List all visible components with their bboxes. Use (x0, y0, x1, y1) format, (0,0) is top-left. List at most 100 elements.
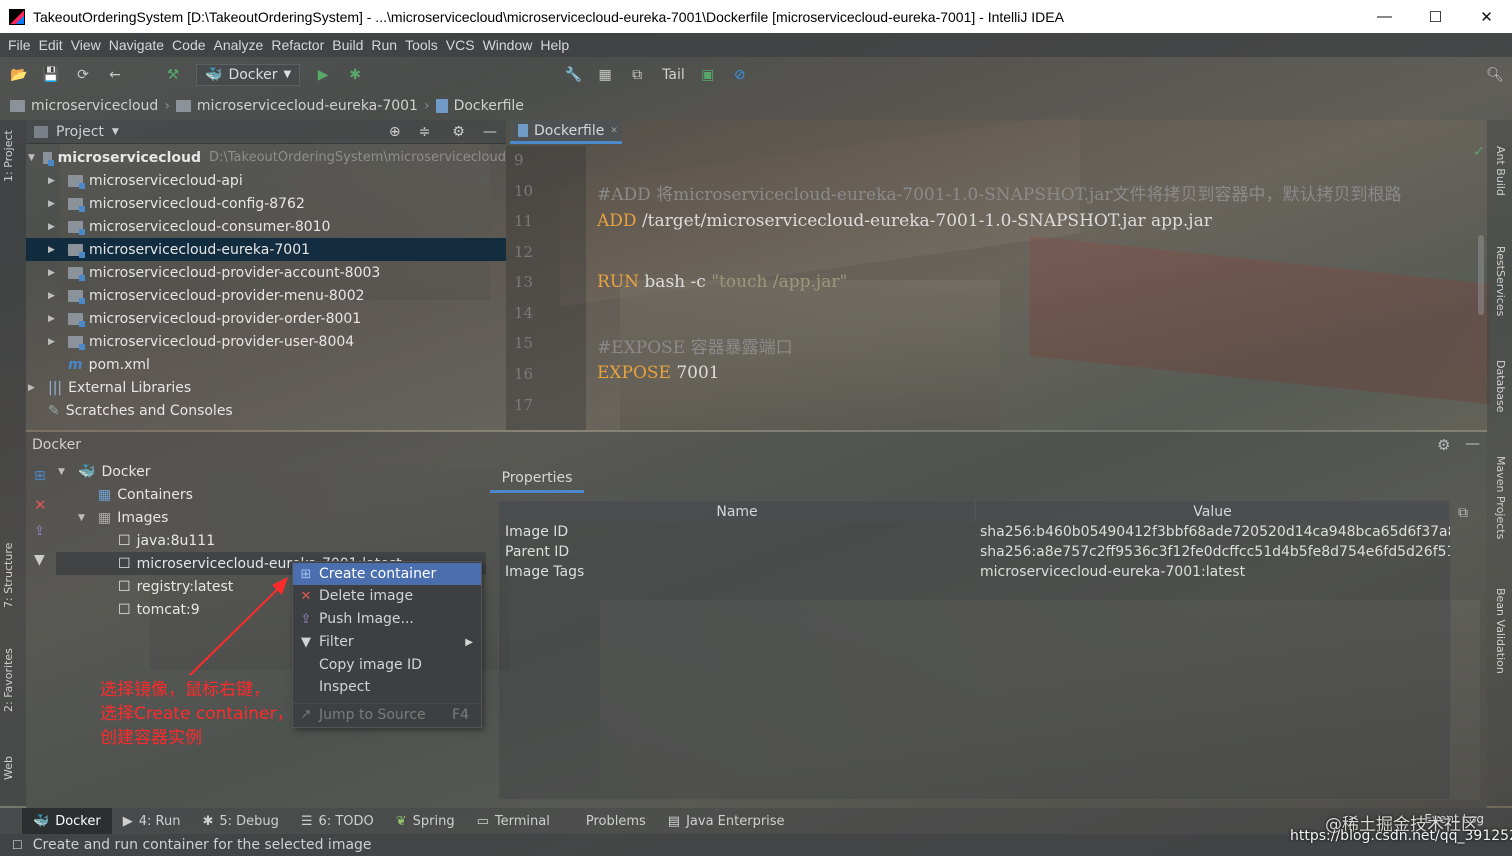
tree-root[interactable]: ▼ microservicecloud D:\TakeoutOrderingSy… (26, 146, 506, 169)
menu-item-push-image[interactable]: ⇪ Push Image... (293, 608, 481, 630)
menu-refactor[interactable]: Refactor (271, 37, 324, 53)
push-image-icon[interactable]: ⇪ (34, 524, 45, 539)
close-tab-icon[interactable]: ✕ (610, 126, 618, 136)
tree-module[interactable]: ▶ microservicecloud-provider-menu-8002 (26, 284, 506, 307)
tab-todo[interactable]: ☰ 6: TODO (290, 808, 385, 834)
menu-tools[interactable]: Tools (405, 37, 438, 53)
status-toggle-icon[interactable]: ☐ (12, 838, 23, 852)
table-cell-name[interactable]: Image Tags (499, 562, 976, 582)
tree-scratches[interactable]: ✎ Scratches and Consoles (26, 399, 506, 422)
menu-item-create-container[interactable]: ⊞ Create container (293, 563, 481, 585)
delete-icon[interactable]: ✕ (34, 496, 47, 514)
save-icon[interactable]: 💾 (42, 66, 60, 84)
tab-docker[interactable]: 🐳 Docker (22, 808, 112, 834)
tab-dockerfile[interactable]: Dockerfile ✕ (510, 120, 622, 144)
locate-icon[interactable]: ⊕ (389, 124, 401, 140)
menu-navigate[interactable]: Navigate (109, 37, 164, 53)
menu-edit[interactable]: Edit (39, 37, 63, 53)
tab-problems[interactable]: Problems (575, 808, 657, 834)
docker-tree-images[interactable]: ▼ ▦ Images (56, 506, 486, 529)
editor-scrollbar[interactable] (1478, 235, 1484, 315)
column-header-name[interactable]: Name (499, 501, 976, 522)
menu-item-copy-image-id[interactable]: Copy image ID (293, 654, 481, 676)
menu-view[interactable]: View (71, 37, 101, 53)
menu-analyze[interactable]: Analyze (214, 37, 264, 53)
maximize-button[interactable]: ☐ (1410, 0, 1461, 33)
tree-module[interactable]: ▶ microservicecloud-config-8762 (26, 192, 506, 215)
tree-module[interactable]: ▶ microservicecloud-provider-account-8003 (26, 261, 506, 284)
menu-build[interactable]: Build (332, 37, 363, 53)
favorites-tool-tab[interactable]: 2: Favorites (2, 648, 15, 712)
docker-tree-root[interactable]: ▼ 🐳 Docker (56, 460, 486, 483)
disable-icon[interactable]: ⊘ (731, 66, 749, 84)
tree-file[interactable]: m pom.xml (26, 353, 506, 376)
hide-icon[interactable]: — (1465, 434, 1480, 452)
minimize-button[interactable]: — (1359, 0, 1410, 33)
menu-help[interactable]: Help (540, 37, 569, 53)
project-structure-icon[interactable]: ▦ (596, 66, 614, 84)
breadcrumb-item[interactable]: microservicecloud-eureka-7001 (175, 98, 418, 114)
table-cell-name[interactable]: Image ID (499, 522, 976, 542)
menu-item-inspect[interactable]: Inspect (293, 676, 481, 698)
gear-icon[interactable]: ⚙ (452, 124, 465, 140)
tail-button[interactable]: Tail (662, 67, 685, 83)
ant-build-tab[interactable]: Ant Build (1494, 146, 1507, 196)
table-cell-value[interactable]: sha256:a8e757c2ff9536c3f12fe0dcffcc51d4b… (974, 542, 1450, 562)
table-cell-value[interactable]: microservicecloud-eureka-7001:latest (974, 562, 1450, 582)
build-hammer-icon[interactable]: ⚒ (164, 66, 182, 84)
maven-projects-tab[interactable]: Maven Projects (1494, 456, 1507, 539)
menu-item-delete-image[interactable]: ✕ Delete image (293, 585, 481, 607)
settings-wrench-icon[interactable]: 🔧 (564, 66, 582, 84)
run-icon[interactable]: ▶ (314, 66, 332, 84)
menu-item-filter[interactable]: ▼ Filter ▶ (293, 631, 481, 653)
back-icon[interactable]: ← (106, 66, 124, 84)
bean-validation-tab[interactable]: Bean Validation (1494, 588, 1507, 674)
tree-external[interactable]: ▶ ||| External Libraries (26, 376, 506, 399)
open-folder-icon[interactable]: 📂 (10, 66, 28, 84)
hide-icon[interactable]: — (483, 124, 497, 140)
run-config-select[interactable]: 🐳 Docker ▼ (196, 63, 301, 86)
tree-module[interactable]: ▶ microservicecloud-provider-user-8004 (26, 330, 506, 353)
gear-icon[interactable]: ⚙ (1437, 436, 1450, 454)
project-tool-tab[interactable]: 1: Project (2, 130, 15, 182)
search-icon[interactable]: 🔍︎ (1486, 66, 1504, 84)
table-cell-value[interactable]: sha256:b460b05490412f3bbf68ade720520d14c… (974, 522, 1450, 542)
tree-module-label: microservicecloud-consumer-8010 (89, 218, 331, 235)
tab-properties[interactable]: Properties (490, 465, 584, 493)
menu-file[interactable]: File (8, 37, 31, 53)
menu-window[interactable]: Window (483, 37, 533, 53)
copy-icon[interactable]: ⧉ (1458, 505, 1468, 521)
filter-icon[interactable]: ▼ (34, 552, 45, 568)
vcs-icon[interactable]: ⧉ (628, 66, 646, 84)
breadcrumb-item[interactable]: microservicecloud (10, 98, 158, 114)
close-button[interactable]: ✕ (1461, 0, 1512, 33)
menu-code[interactable]: Code (172, 37, 205, 53)
menu-item-jump-to-source[interactable]: ↗ Jump to Source F4 (293, 703, 481, 725)
structure-tool-tab[interactable]: 7: Structure (2, 543, 15, 608)
rest-services-tab[interactable]: RestServices (1494, 246, 1507, 316)
debug-icon[interactable]: ✱ (346, 66, 364, 84)
collapse-icon[interactable]: ≑ (419, 124, 431, 140)
deploy-icon[interactable]: ⊞ (34, 468, 46, 484)
web-tool-tab[interactable]: Web (2, 756, 15, 780)
tab-debug[interactable]: ✱ 5: Debug (191, 808, 289, 834)
menu-vcs[interactable]: VCS (446, 37, 475, 53)
menu-run[interactable]: Run (371, 37, 397, 53)
column-header-value[interactable]: Value (976, 501, 1450, 522)
docker-image-item[interactable]: ☐ java:8u111 (56, 529, 486, 552)
tree-module[interactable]: ▶ microservicecloud-consumer-8010 (26, 215, 506, 238)
project-view-select[interactable]: Project (56, 124, 104, 140)
table-cell-name[interactable]: Parent ID (499, 542, 976, 562)
sync-icon[interactable]: ⟳ (74, 66, 92, 84)
monitor-icon[interactable]: ▣ (699, 66, 717, 84)
tree-module-selected[interactable]: ▶ microservicecloud-eureka-7001 (26, 238, 506, 261)
tree-module[interactable]: ▶ microservicecloud-api (26, 169, 506, 192)
breadcrumb-item[interactable]: Dockerfile (435, 98, 524, 114)
tab-terminal[interactable]: ▭ Terminal (466, 808, 561, 834)
tree-module[interactable]: ▶ microservicecloud-provider-order-8001 (26, 307, 506, 330)
database-tab[interactable]: Database (1494, 360, 1507, 413)
tab-java-enterprise[interactable]: ▤ Java Enterprise (657, 808, 796, 834)
tab-spring[interactable]: ❦ Spring (385, 808, 466, 834)
tab-run[interactable]: ▶ 4: Run (112, 808, 192, 834)
docker-tree-containers[interactable]: ▦ Containers (56, 483, 486, 506)
